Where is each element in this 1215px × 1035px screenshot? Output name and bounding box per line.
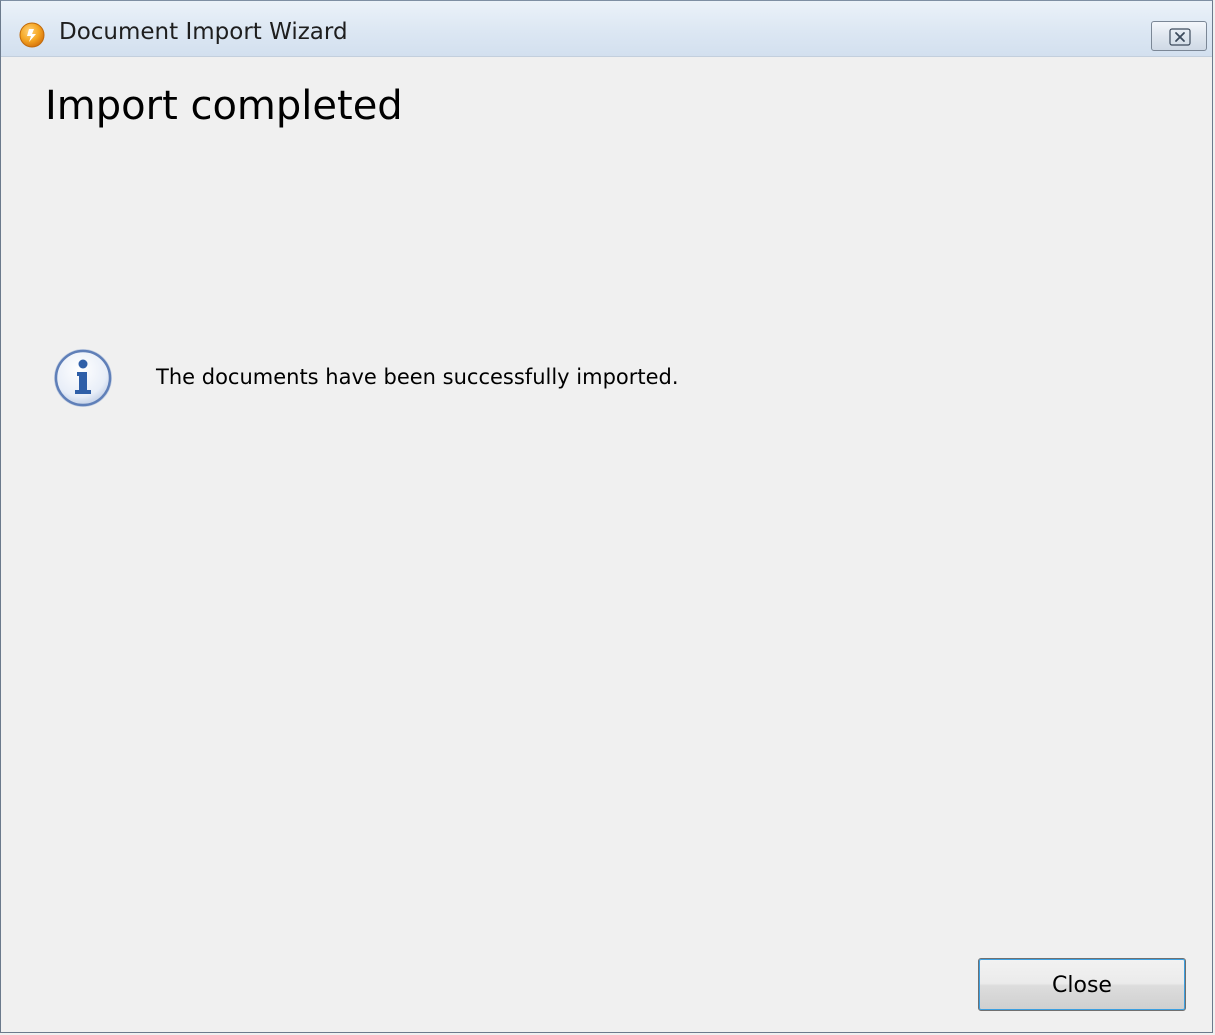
- app-logo-icon: [19, 22, 45, 48]
- wizard-window: Document Import Wizard Import completed: [0, 0, 1213, 1033]
- status-message: The documents have been successfully imp…: [156, 365, 679, 389]
- info-icon: [51, 346, 115, 410]
- window-title: Document Import Wizard: [59, 19, 348, 45]
- title-bar[interactable]: Document Import Wizard: [1, 1, 1212, 57]
- close-icon: [1169, 28, 1191, 46]
- close-button[interactable]: Close: [978, 958, 1186, 1011]
- page-title: Import completed: [45, 83, 403, 129]
- window-close-button[interactable]: [1151, 21, 1207, 51]
